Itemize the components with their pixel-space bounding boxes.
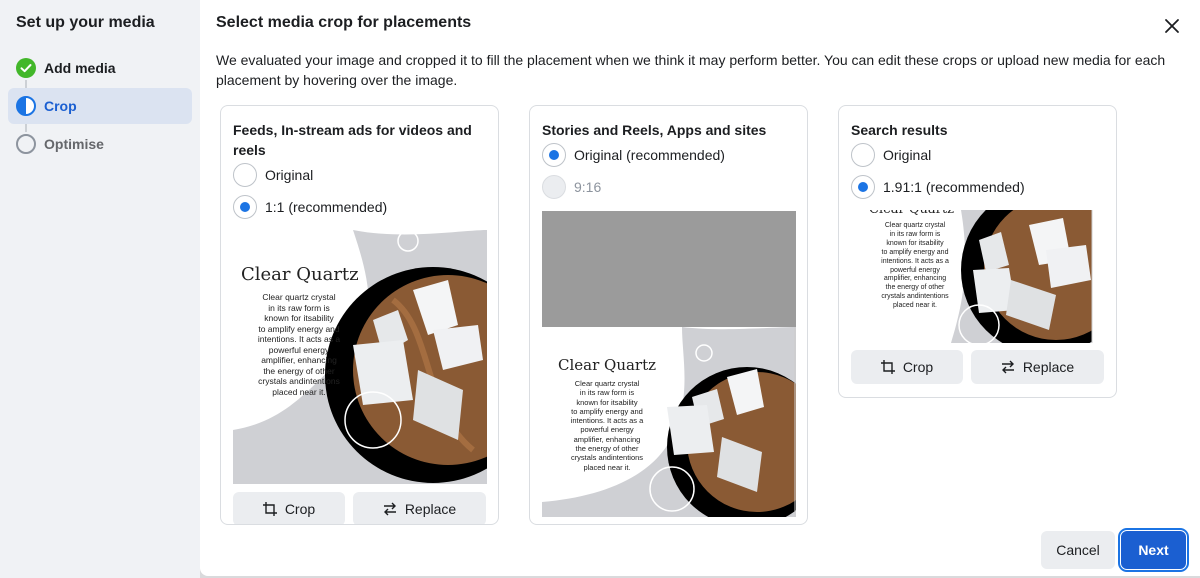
artwork-line: powerful energy	[890, 266, 940, 274]
crop-button-label: Crop	[284, 501, 316, 517]
artwork-line: intentions. It acts as a	[257, 334, 341, 344]
cancel-button[interactable]: Cancel	[1041, 531, 1115, 569]
option-label: Original	[883, 147, 932, 163]
option-label: Original	[265, 167, 314, 183]
artwork-line: placed near it.	[583, 462, 631, 472]
artwork-line: amplifier, enhancing	[573, 434, 641, 444]
swap-icon	[383, 502, 396, 516]
replace-button-label: Replace	[404, 501, 457, 517]
option-label: 1:1 (recommended)	[265, 199, 388, 215]
artwork-line: to amplify energy and	[881, 248, 949, 256]
option-original[interactable]: Original	[851, 143, 931, 167]
empty-circle-icon	[16, 134, 36, 154]
radio-button[interactable]	[851, 143, 875, 167]
artwork-line: intentions. It acts as a	[570, 416, 644, 426]
option-1-91-1[interactable]: 1.91:1 (recommended)	[851, 175, 1025, 199]
artwork-line: powerful energy	[268, 344, 330, 355]
artwork-body: Clear quartz crystal in its raw form is …	[247, 292, 351, 397]
next-button[interactable]: Next	[1118, 528, 1189, 572]
artwork-line: placed near it.	[272, 386, 326, 397]
card-title: Stories and Reels, Apps and sites	[542, 122, 767, 138]
card-title: Feeds, In-stream ads for videos and reel…	[233, 122, 472, 158]
replace-button-label: Replace	[1022, 359, 1075, 375]
crop-preview-image[interactable]: Clear Quartz Clear quartz crystal in its…	[851, 210, 1105, 343]
placement-card-stories: Stories and Reels, Apps and sites Origin…	[529, 105, 808, 525]
half-circle-icon	[16, 96, 36, 116]
step-label: Add media	[44, 60, 116, 76]
artwork-heading: Clear Quartz	[241, 264, 359, 285]
crop-modal: Select media crop for placements We eval…	[200, 0, 1200, 576]
artwork-line: crystals andintentions	[258, 376, 340, 386]
card-title: Search results	[851, 122, 948, 138]
artwork-line: the energy of other	[575, 444, 639, 454]
letterbox-area	[542, 211, 796, 327]
step-crop[interactable]: Crop	[8, 88, 192, 124]
option-1-1[interactable]: 1:1 (recommended)	[233, 195, 387, 219]
artwork-line: powerful energy	[580, 425, 634, 435]
option-original[interactable]: Original	[233, 163, 313, 187]
placement-card-search: Search results Original 1.91:1 (recommen…	[838, 105, 1117, 398]
radio-button[interactable]	[233, 163, 257, 187]
artwork-line: known for itsability	[576, 397, 638, 407]
crop-icon	[262, 502, 277, 516]
option-9-16: 9:16	[542, 175, 601, 199]
step-label: Optimise	[44, 136, 104, 152]
artwork-line: Clear quartz crystal	[574, 379, 640, 388]
setup-sidebar: Set up your media Add media Crop Optimis…	[0, 0, 200, 578]
crop-preview-image[interactable]: Clear Quartz Clear quartz crystal in its…	[542, 211, 796, 517]
artwork-line: the energy of other	[263, 365, 335, 376]
artwork-line: crystals andintentions	[570, 453, 644, 463]
artwork-line: the energy of other	[885, 284, 945, 292]
replace-button[interactable]: Replace	[353, 492, 486, 524]
artwork-line: in its raw form is	[579, 388, 635, 398]
modal-description: We evaluated your image and cropped it t…	[216, 52, 1166, 88]
crop-button[interactable]: Crop	[851, 350, 963, 384]
artwork-line: in its raw form is	[889, 230, 941, 238]
placement-card-feeds: Feeds, In-stream ads for videos and reel…	[220, 105, 499, 525]
artwork-line: placed near it.	[893, 302, 937, 310]
radio-button-checked[interactable]	[851, 175, 875, 199]
artwork-line: amplifier, enhancing	[261, 355, 337, 365]
artwork-line: intentions. It acts as a	[881, 257, 949, 265]
close-button[interactable]	[1160, 14, 1184, 38]
replace-button[interactable]: Replace	[971, 350, 1104, 384]
option-original-recommended[interactable]: Original (recommended)	[542, 143, 725, 167]
check-circle-icon	[16, 58, 36, 78]
step-label: Crop	[44, 98, 77, 114]
sidebar-title: Set up your media	[16, 14, 155, 31]
radio-button-checked[interactable]	[233, 195, 257, 219]
artwork-line: amplifier, enhancing	[883, 275, 947, 283]
crop-button-label: Crop	[902, 359, 934, 375]
step-add-media[interactable]: Add media	[8, 50, 192, 86]
artwork-heading: Clear Quartz	[869, 210, 954, 217]
artwork-line: in its raw form is	[268, 302, 330, 313]
artwork-body: Clear quartz crystal in its raw form is …	[873, 222, 957, 311]
step-optimise[interactable]: Optimise	[8, 126, 192, 162]
artwork-heading: Clear Quartz	[558, 356, 657, 374]
modal-title: Select media crop for placements	[216, 14, 472, 31]
artwork-line: known for itsability	[886, 239, 944, 247]
artwork-body: Clear quartz crystal in its raw form is …	[562, 379, 652, 472]
crop-icon	[880, 360, 895, 374]
option-label: Original (recommended)	[574, 147, 725, 163]
option-label: 9:16	[574, 179, 602, 195]
artwork-line: to amplify energy and	[258, 323, 340, 334]
artwork-line: crystals andintentions	[881, 293, 949, 301]
radio-button-disabled	[542, 175, 566, 199]
artwork-line: known for itsability	[264, 313, 334, 323]
artwork-line: Clear quartz crystal	[884, 222, 946, 229]
crop-button[interactable]: Crop	[233, 492, 345, 524]
artwork-line: Clear quartz crystal	[262, 292, 336, 302]
artwork-line: to amplify energy and	[571, 406, 643, 416]
close-icon	[1165, 19, 1179, 33]
option-label: 1.91:1 (recommended)	[883, 179, 1025, 195]
crop-preview-image[interactable]: Clear Quartz Clear quartz crystal in its…	[233, 230, 487, 484]
swap-icon	[1001, 360, 1014, 374]
radio-button-checked[interactable]	[542, 143, 566, 167]
